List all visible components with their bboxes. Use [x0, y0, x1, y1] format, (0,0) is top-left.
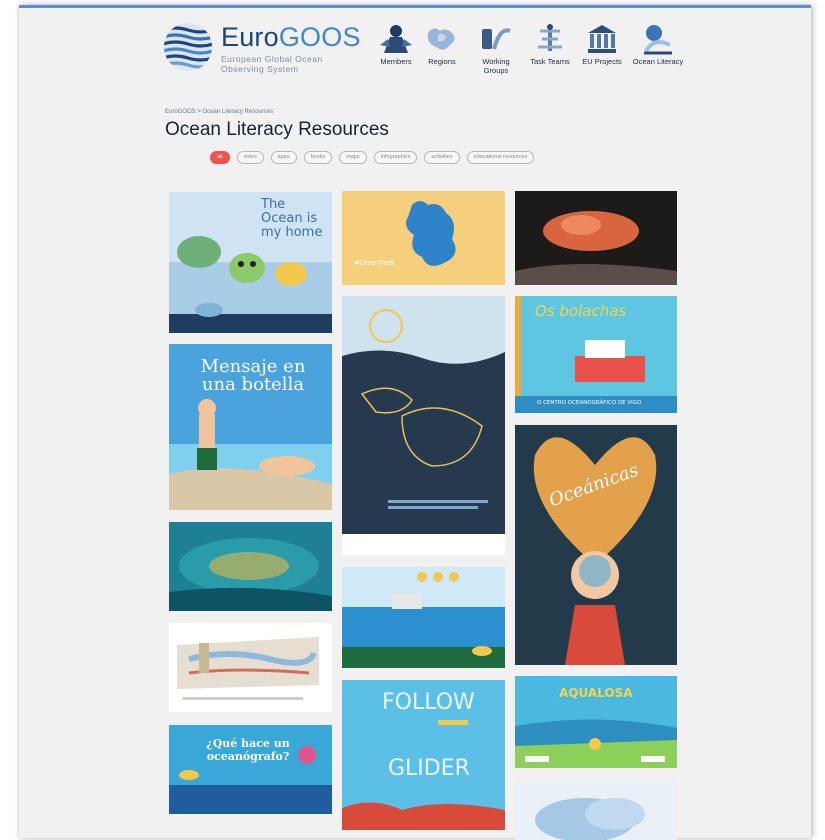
nav-item-regions[interactable]: Regions [416, 23, 468, 66]
resource-card-anglerfish[interactable] [342, 296, 505, 555]
card-title: AQUALOSA [559, 686, 633, 700]
nav-item-eu-projects[interactable]: EU Projects [576, 23, 628, 66]
task-teams-icon [538, 24, 562, 51]
nav-item-task-teams[interactable]: Task Teams [524, 23, 576, 66]
members-icon [380, 25, 412, 53]
card-title-follow: FOLLOW [382, 690, 475, 715]
card-title-glider: GLIDER [388, 756, 470, 781]
ocean-literacy-icon [644, 25, 672, 55]
filter-books[interactable]: books [303, 151, 333, 164]
card-title: ¿Qué hace un oceanógrafo? [206, 737, 290, 763]
card-title: The Ocean is my home [261, 197, 323, 240]
resource-card-oceanicas[interactable]: Oceánicas [515, 425, 677, 665]
working-groups-icon [482, 28, 511, 50]
resource-card-ocean-observing[interactable] [342, 567, 505, 668]
filter-apps[interactable]: apps [270, 151, 297, 164]
card-footer: O CENTRO OCEANOGRÁFICO DE VIGO [537, 400, 642, 406]
eurogoos-logo[interactable]: EuroGOOS European Global Ocean Observing… [163, 22, 360, 77]
map-illustration [342, 191, 505, 285]
resource-card-aqualosa[interactable]: AQUALOSA [515, 676, 677, 768]
resource-card-scorpionfish[interactable] [515, 191, 677, 285]
filter-maps[interactable]: maps [339, 151, 367, 164]
filter-activities[interactable]: activities [424, 151, 460, 164]
ocean-diagram-infographic [169, 623, 332, 712]
filter-video[interactable]: video [236, 151, 264, 164]
resource-card-cloud[interactable] [515, 780, 677, 840]
breadcrumb[interactable]: EuroGOOS > Ocean Literacy Resources [165, 109, 273, 115]
card-title: Os bolachas [535, 302, 627, 320]
eu-projects-icon [588, 25, 616, 53]
filter-infographics[interactable]: infographics [373, 151, 418, 164]
nav-item-members[interactable]: Members [370, 23, 422, 66]
filter-bar: all video apps books maps infographics a… [210, 151, 535, 165]
filter-educational-resources[interactable]: educational resources [466, 151, 535, 164]
regions-icon [427, 28, 455, 50]
card-title: #DropTheB [354, 259, 395, 267]
nav-item-working-groups[interactable]: Working Groups [470, 23, 522, 75]
resource-card-mensaje-botella[interactable]: Mensaje en una botella [169, 344, 332, 510]
globe-logo-icon [164, 23, 212, 71]
resource-card-fish-school[interactable] [169, 522, 332, 611]
page-title: Ocean Literacy Resources [165, 119, 389, 140]
resource-card-que-hace[interactable]: ¿Qué hace un oceanógrafo? [169, 725, 332, 814]
oceanicas-illustration [515, 425, 677, 665]
logo-wordmark: EuroGOOS [221, 22, 361, 52]
ocean-observing-illustration [342, 567, 505, 668]
resource-card-ocean-home[interactable]: The Ocean is my home [169, 192, 332, 333]
fish-school-photo [169, 522, 332, 611]
resource-card-bolachas[interactable]: Os bolachas O CENTRO OCEANOGRÁFICO DE VI… [515, 296, 677, 413]
scorpionfish-photo [515, 191, 677, 285]
logo-subtitle: European Global Ocean Observing System [221, 54, 323, 74]
cloud-illustration [515, 780, 677, 840]
card-title: Mensaje en una botella [200, 356, 306, 395]
filter-all[interactable]: all [210, 151, 230, 164]
resource-card-follow-glider[interactable]: FOLLOW GLIDER [342, 680, 505, 830]
nav-item-ocean-literacy[interactable]: Ocean Literacy [632, 23, 684, 66]
resource-card-dropthe-b[interactable]: #DropTheB [342, 191, 505, 285]
anglerfish-illustration [342, 296, 505, 555]
resource-card-ocean-diagram[interactable] [169, 623, 332, 712]
